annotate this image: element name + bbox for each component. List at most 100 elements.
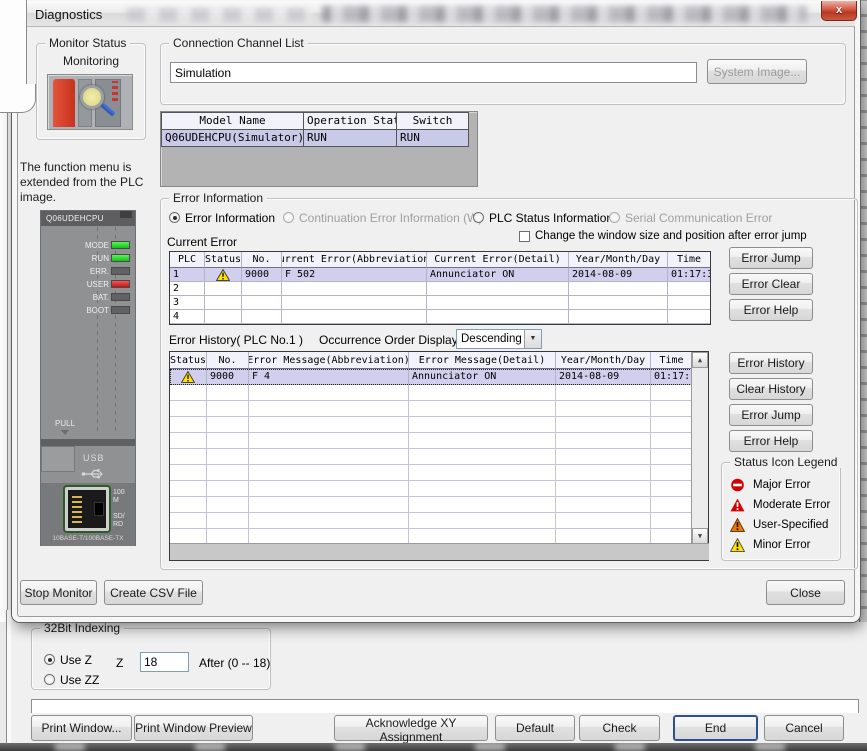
check-button[interactable]: Check	[579, 715, 660, 741]
close-icon[interactable]: x	[821, 1, 857, 21]
time-cell: 01:17:39	[668, 268, 710, 282]
legend-moderate-label: Moderate Error	[753, 499, 830, 511]
history-error-jump-button[interactable]: Error Jump	[729, 404, 813, 426]
ethernet-port-graphic	[65, 487, 109, 531]
moderate-error-icon	[730, 498, 745, 512]
history-error-help-button[interactable]: Error Help	[729, 430, 813, 452]
pull-arrow-icon	[61, 430, 69, 435]
error-clear-button[interactable]: Error Clear	[729, 273, 813, 295]
print-window-preview-button[interactable]: Print Window Preview	[134, 715, 253, 741]
scroll-down-icon[interactable]: ▼	[692, 528, 708, 544]
close-button[interactable]: Close	[766, 580, 845, 605]
background-dialog: 32Bit Indexing Use Z Use ZZ Z After (0 -…	[6, 610, 867, 751]
error-information-radio[interactable]: Error Information	[169, 211, 275, 224]
horizontal-scrollbar[interactable]	[170, 543, 709, 560]
error-help-button[interactable]: Error Help	[729, 299, 813, 321]
use-z-radio[interactable]: Use Z	[44, 653, 92, 666]
plc-image[interactable]: Q06UDEHCPU MODE RUN ERR. USER BAT. BOOT …	[40, 210, 136, 546]
abbr-cell	[282, 296, 427, 310]
legend-minor-label: Minor Error	[753, 539, 811, 551]
error-jump-button[interactable]: Error Jump	[729, 247, 813, 269]
boot-led	[111, 306, 130, 314]
current-error-header-row: PLC Status No. Current Error(Abbreviatio…	[170, 252, 710, 268]
connection-channel-field[interactable]	[170, 62, 697, 83]
no-cell	[242, 310, 282, 324]
status-cell	[205, 310, 242, 324]
abbr-col-header: Error Message(Abbreviation)	[249, 352, 409, 369]
abbr-cell	[282, 282, 427, 296]
create-csv-button[interactable]: Create CSV File	[104, 580, 203, 605]
cancel-button[interactable]: Cancel	[764, 715, 844, 741]
current-error-row[interactable]: 1 9000 F 502 Annunciator ON 2014-08-09 0…	[170, 268, 710, 282]
model-table: Model Name Operation Status Switch Q06UD…	[161, 112, 469, 147]
occurrence-order-dropdown[interactable]: Descending ▼	[456, 329, 542, 349]
print-window-button[interactable]: Print Window...	[31, 715, 132, 741]
clear-history-button[interactable]: Clear History	[729, 378, 813, 400]
z-value-input[interactable]	[140, 652, 189, 672]
end-button[interactable]: End	[673, 715, 758, 741]
error-information-radio-label: Error Information	[185, 211, 275, 225]
resize-after-jump-checkbox[interactable]: Change the window size and position afte…	[519, 230, 819, 242]
serial-communication-radio[interactable]: Serial Communication Error	[609, 211, 772, 224]
no-cell: 9000	[242, 268, 282, 282]
switch-cell: RUN	[396, 129, 468, 146]
warning-icon	[216, 269, 230, 281]
detail-cell	[427, 296, 569, 310]
error-information-group-label: Error Information	[169, 192, 267, 204]
system-image-button[interactable]: System Image...	[707, 59, 807, 84]
plc-cell: 2	[170, 282, 205, 296]
continuation-error-radio[interactable]: Continuation Error Information (W)	[283, 211, 482, 224]
plc-band-graphic	[41, 439, 135, 446]
plc-panel-graphic	[41, 446, 75, 472]
detail-col-header: Current Error(Detail)	[427, 252, 569, 268]
mode-led	[111, 241, 130, 249]
plc-module-leds-graphic	[112, 81, 118, 101]
plc-cell: 3	[170, 296, 205, 310]
legend-user-label: User-Specified	[753, 519, 828, 531]
user-led	[111, 280, 130, 288]
date-cell	[569, 296, 668, 310]
error-history-table: Status No. Error Message(Abbreviation) E…	[169, 351, 709, 561]
current-error-row[interactable]: 4	[170, 310, 710, 324]
title-bar[interactable]: Diagnostics	[17, 1, 855, 27]
current-error-label: Current Error	[167, 235, 237, 249]
default-button[interactable]: Default	[495, 715, 575, 741]
window-bottom-border	[0, 743, 867, 751]
current-error-row[interactable]: 2	[170, 282, 710, 296]
time-cell	[668, 310, 710, 324]
indexing-group: 32Bit Indexing Use Z Use ZZ Z After (0 -…	[31, 628, 271, 690]
status-cell	[205, 296, 242, 310]
legend-item-moderate: Moderate Error	[730, 497, 830, 513]
use-z-label: Use Z	[60, 653, 92, 667]
time-cell: 01:17:17	[651, 369, 692, 385]
error-information-group: Error Information Error Information Cont…	[160, 198, 858, 570]
stop-monitor-button[interactable]: Stop Monitor	[20, 580, 97, 605]
status-icon-legend-label: Status Icon Legend	[730, 456, 841, 468]
abbr-col-header: Current Error(Abbreviation)	[282, 252, 427, 268]
plc-red-module-graphic	[53, 79, 75, 127]
vertical-scrollbar[interactable]: ▲ ▼	[691, 352, 708, 544]
ethernet-standard-label: 10BASE-T/100BASE-TX	[41, 535, 135, 542]
date-cell: 2014-08-09	[569, 268, 668, 282]
minor-error-icon	[730, 538, 745, 552]
magnifier-icon	[80, 85, 104, 109]
error-history-button[interactable]: Error History	[729, 352, 813, 374]
status-cell	[205, 282, 242, 296]
switch-header: Switch	[396, 112, 468, 129]
current-error-row[interactable]: 3	[170, 296, 710, 310]
plc-notch-graphic	[120, 211, 132, 218]
legend-item-major: Major Error	[730, 477, 811, 493]
scroll-up-icon[interactable]: ▲	[692, 352, 708, 368]
background-button-row: Print Window... Print Window Preview Ack…	[7, 715, 867, 745]
use-zz-radio[interactable]: Use ZZ	[44, 673, 99, 686]
acknowledge-xy-button[interactable]: Acknowledge XY Assignment	[334, 715, 488, 741]
plc-cell: 1	[170, 268, 205, 282]
status-col-header: Status	[170, 352, 207, 369]
history-row-selected[interactable]: 9000 F 4 Annunciator ON 2014-08-09 01:17…	[170, 369, 692, 385]
led-label-boot: BOOT	[86, 306, 109, 315]
radio-dot-disabled	[609, 212, 620, 223]
no-cell	[242, 296, 282, 310]
plc-status-radio[interactable]: PLC Status Information	[473, 211, 613, 224]
bat-led	[111, 293, 130, 301]
model-table-row[interactable]: Q06UDEHCPU(Simulator) RUN RUN	[161, 129, 468, 146]
